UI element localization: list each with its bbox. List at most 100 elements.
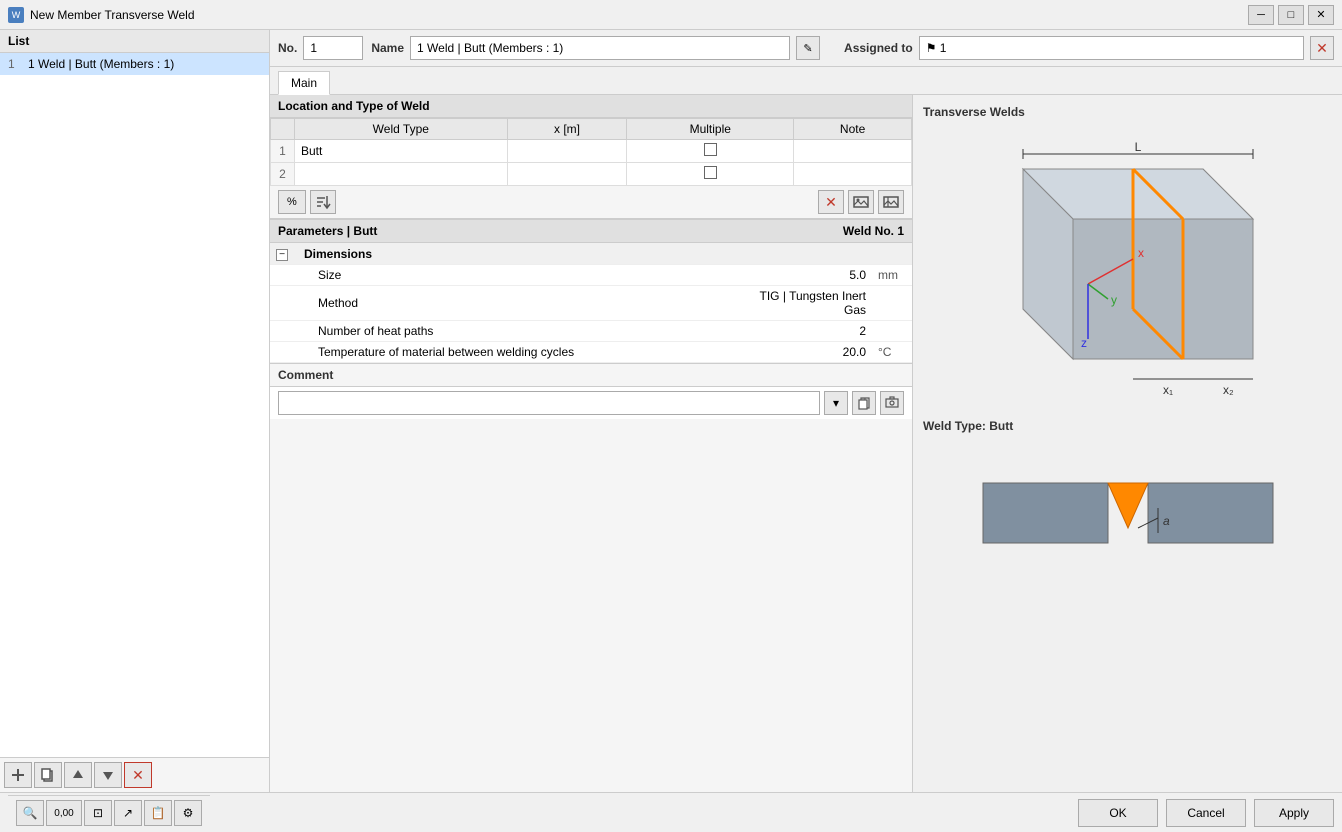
heat-label: Number of heat paths <box>298 321 752 342</box>
col-x: x [m] <box>507 119 627 140</box>
grid-btn[interactable]: ⊡ <box>84 800 112 826</box>
col-multiple: Multiple <box>627 119 794 140</box>
location-section-title: Location and Type of Weld <box>270 95 912 118</box>
svg-text:z: z <box>1081 336 1087 350</box>
apply-button[interactable]: Apply <box>1254 799 1334 827</box>
svg-text:x: x <box>1138 246 1144 260</box>
tab-main[interactable]: Main <box>278 71 330 95</box>
multiple-checkbox-1[interactable] <box>704 143 717 156</box>
search-bottom-btn[interactable]: 🔍 <box>16 800 44 826</box>
add-button[interactable] <box>4 762 32 788</box>
method-label: Method <box>298 286 752 321</box>
weld-no: Weld No. 1 <box>843 224 904 238</box>
param-row-size: Size 5.0 mm <box>270 265 912 286</box>
image-btn-1[interactable] <box>848 190 874 214</box>
comment-paste-button[interactable] <box>852 391 876 415</box>
note-cell-1[interactable] <box>794 140 912 163</box>
maximize-button[interactable]: □ <box>1278 5 1304 25</box>
screenshot-button[interactable] <box>880 391 904 415</box>
name-label: Name <box>371 41 404 55</box>
note-cell-2[interactable] <box>794 163 912 186</box>
list-item[interactable]: 1 1 Weld | Butt (Members : 1) <box>0 53 269 75</box>
arrow-btn[interactable]: ↗ <box>114 800 142 826</box>
svg-text:y: y <box>1111 293 1117 307</box>
diagram-panel: Transverse Welds <box>912 95 1342 792</box>
down-button[interactable] <box>94 762 122 788</box>
image-btn-2[interactable] <box>878 190 904 214</box>
minimize-button[interactable]: ─ <box>1248 5 1274 25</box>
value-btn[interactable]: 0,00 <box>46 800 82 826</box>
params-table: − Dimensions Size 5.0 mm M <box>270 243 912 363</box>
heat-unit <box>872 321 912 342</box>
bottom-toolbar: 🔍 0,00 ⊡ ↗ 📋 ⚙ <box>8 795 210 831</box>
x-cell-2[interactable] <box>507 163 627 186</box>
transverse-welds-svg: L x₁ x₂ x <box>933 129 1323 409</box>
dimensions-category: − Dimensions <box>270 243 912 265</box>
multiple-checkbox-2[interactable] <box>704 166 717 179</box>
ok-button[interactable]: OK <box>1078 799 1158 827</box>
minus-icon[interactable]: − <box>276 249 288 261</box>
header-row: No. Name ✎ Assigned to ✕ <box>270 30 1342 67</box>
param-row-method: Method TIG | Tungsten Inert Gas <box>270 286 912 321</box>
temp-label: Temperature of material between welding … <box>298 342 752 363</box>
action-bar: OK Cancel Apply <box>1078 799 1334 827</box>
category-label: Dimensions <box>298 243 912 265</box>
size-unit: mm <box>872 265 912 286</box>
weld-type-diagram: a <box>923 443 1332 573</box>
temp-unit: °C <box>872 342 912 363</box>
row-num-2: 2 <box>271 163 295 186</box>
no-label: No. <box>278 41 297 55</box>
svg-text:x₂: x₂ <box>1223 383 1234 397</box>
tab-bar: Main <box>270 67 1342 95</box>
multiple-cell-2[interactable] <box>627 163 794 186</box>
row-num-1: 1 <box>271 140 295 163</box>
method-value[interactable]: TIG | Tungsten Inert Gas <box>752 286 872 321</box>
comment-dropdown-button[interactable]: ▾ <box>824 391 848 415</box>
comment-row: ▾ <box>270 386 912 419</box>
multiple-cell-1[interactable] <box>627 140 794 163</box>
form-panel: Location and Type of Weld Weld Type x [m… <box>270 95 912 792</box>
x-cell-1[interactable] <box>507 140 627 163</box>
percent-button[interactable]: % <box>278 190 306 214</box>
transverse-welds-label: Transverse Welds <box>923 105 1025 119</box>
delete-button[interactable]: ✕ <box>124 762 152 788</box>
expand-cell[interactable]: − <box>270 243 298 265</box>
main-panel: No. Name ✎ Assigned to ✕ Main <box>270 30 1342 792</box>
temp-value[interactable]: 20.0 <box>752 342 872 363</box>
delete-row-button[interactable]: ✕ <box>818 190 844 214</box>
list-item-num: 1 <box>8 57 24 71</box>
list-toolbar: ✕ <box>0 757 269 792</box>
weld-type-cell-2[interactable] <box>295 163 508 186</box>
method-unit <box>872 286 912 321</box>
list-header: List <box>0 30 269 53</box>
size-value[interactable]: 5.0 <box>752 265 872 286</box>
weld-type-label: Weld Type: Butt <box>923 419 1013 433</box>
assigned-input[interactable] <box>919 36 1304 60</box>
assigned-section: Assigned to ✕ <box>844 36 1334 60</box>
transverse-welds-diagram: L x₁ x₂ x <box>923 129 1332 409</box>
weld-table: Weld Type x [m] Multiple Note 1 Butt <box>270 118 912 186</box>
cancel-button[interactable]: Cancel <box>1166 799 1246 827</box>
settings-btn[interactable]: ⚙ <box>174 800 202 826</box>
name-input[interactable] <box>410 36 790 60</box>
assigned-clear-button[interactable]: ✕ <box>1310 36 1334 60</box>
col-weld-type: Weld Type <box>295 119 508 140</box>
heat-value[interactable]: 2 <box>752 321 872 342</box>
weld-type-cell-1[interactable]: Butt <box>295 140 508 163</box>
weld-type-svg: a <box>953 443 1303 573</box>
close-button[interactable]: ✕ <box>1308 5 1334 25</box>
edit-name-button[interactable]: ✎ <box>796 36 820 60</box>
no-input[interactable] <box>303 36 363 60</box>
svg-text:x₁: x₁ <box>1163 383 1173 397</box>
copy-button[interactable] <box>34 762 62 788</box>
comment-input[interactable] <box>278 391 820 415</box>
params-header: Parameters | Butt Weld No. 1 <box>270 219 912 243</box>
comment-section: Comment ▾ <box>270 363 912 419</box>
col-note: Note <box>794 119 912 140</box>
list-panel: List 1 1 Weld | Butt (Members : 1) <box>0 30 270 792</box>
up-button[interactable] <box>64 762 92 788</box>
svg-text:L: L <box>1134 140 1141 154</box>
svg-text:a: a <box>1163 514 1170 528</box>
sort-button[interactable] <box>310 190 336 214</box>
clipboard-btn[interactable]: 📋 <box>144 800 172 826</box>
